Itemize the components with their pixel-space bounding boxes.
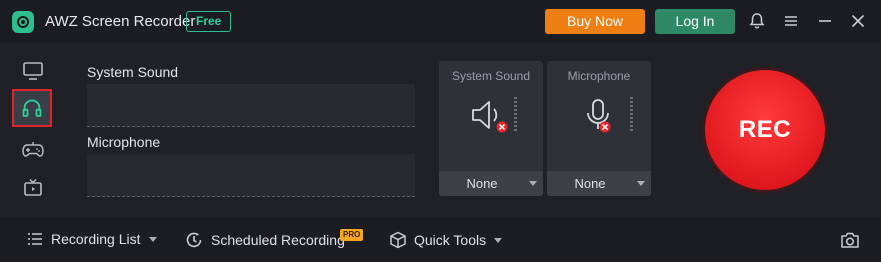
close-icon[interactable]: [848, 11, 868, 31]
chevron-down-icon: [148, 236, 157, 242]
tv-mode-button[interactable]: [14, 170, 52, 206]
app-title: AWZ Screen Recorder: [45, 13, 196, 30]
chevron-down-icon: [637, 181, 645, 186]
microphone-muted-icon[interactable]: [577, 95, 621, 137]
scheduled-recording-label: Scheduled Recording: [211, 232, 345, 248]
speaker-muted-icon[interactable]: [469, 95, 513, 137]
rec-button[interactable]: REC: [705, 70, 825, 190]
microphone-select-value: None: [574, 176, 606, 191]
microphone-panel-title: Microphone: [567, 69, 631, 83]
chevron-down-icon: [529, 181, 537, 186]
quick-tools-button[interactable]: Quick Tools: [389, 231, 503, 249]
system-sound-label: System Sound: [87, 64, 179, 80]
app-logo-icon: [12, 11, 34, 33]
system-sound-waveform: [87, 84, 415, 127]
system-sound-select-value: None: [466, 176, 498, 191]
system-sound-panel-title: System Sound: [451, 69, 531, 83]
free-badge: Free: [186, 11, 232, 32]
microphone-select[interactable]: None: [547, 171, 651, 196]
minimize-icon[interactable]: [815, 11, 835, 31]
recording-list-button[interactable]: Recording List: [27, 231, 157, 247]
pro-badge: PRO: [340, 229, 364, 241]
audio-mode-button[interactable]: [12, 89, 52, 127]
microphone-panel[interactable]: Microphone None: [547, 61, 651, 196]
camera-icon[interactable]: [840, 231, 860, 249]
scheduled-recording-button[interactable]: Scheduled Recording: [185, 231, 345, 249]
recording-list-label: Recording List: [51, 231, 141, 247]
microphone-waveform: [87, 154, 415, 197]
menu-icon[interactable]: [781, 11, 801, 31]
headphones-icon: [22, 99, 42, 117]
screen-mode-button[interactable]: [14, 53, 52, 89]
list-icon: [28, 233, 42, 245]
monitor-icon: [23, 62, 43, 80]
system-sound-panel[interactable]: System Sound None: [439, 61, 543, 196]
app-window: AWZ Screen Recorder Free Buy Now Log In: [0, 0, 881, 262]
game-mode-button[interactable]: [14, 131, 52, 167]
tv-icon: [24, 178, 42, 196]
gamepad-icon: [22, 142, 44, 157]
title-bar: AWZ Screen Recorder Free Buy Now Log In: [0, 0, 881, 43]
bell-icon[interactable]: [747, 11, 767, 31]
log-in-button[interactable]: Log In: [655, 9, 735, 34]
quick-tools-label: Quick Tools: [414, 232, 487, 248]
system-sound-select[interactable]: None: [439, 171, 543, 196]
buy-now-button[interactable]: Buy Now: [545, 9, 645, 34]
chevron-down-icon: [494, 237, 503, 243]
clock-icon: [186, 232, 202, 248]
microphone-label: Microphone: [87, 134, 161, 150]
bottom-bar: Recording List Scheduled Recording Quick…: [0, 217, 881, 262]
microphone-level-meter: [630, 97, 633, 133]
box-icon: [390, 231, 406, 249]
system-sound-level-meter: [514, 97, 517, 133]
